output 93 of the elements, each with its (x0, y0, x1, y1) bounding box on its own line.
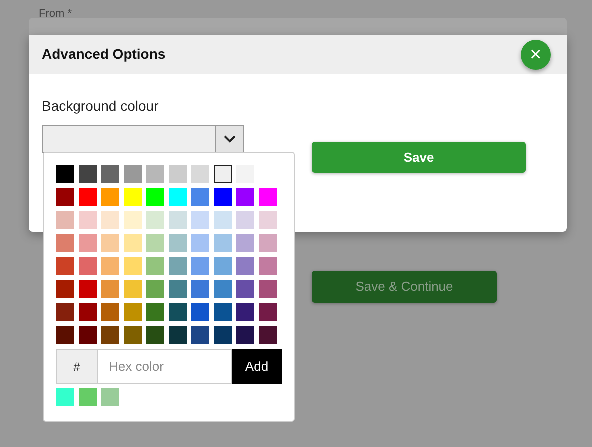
color-swatch[interactable] (168, 257, 186, 275)
color-swatch[interactable] (191, 280, 209, 298)
color-swatch[interactable] (146, 303, 164, 321)
color-swatch[interactable] (258, 280, 276, 298)
color-swatch[interactable] (56, 234, 74, 252)
color-swatch[interactable] (124, 234, 142, 252)
color-swatch[interactable] (101, 326, 119, 344)
color-swatch[interactable] (146, 165, 164, 183)
color-swatch[interactable] (78, 188, 96, 206)
color-swatch[interactable] (101, 388, 119, 406)
color-swatch[interactable] (78, 280, 96, 298)
color-swatch[interactable] (101, 211, 119, 229)
color-swatch[interactable] (78, 326, 96, 344)
color-swatch[interactable] (236, 211, 254, 229)
color-swatch[interactable] (124, 165, 142, 183)
color-swatch[interactable] (78, 165, 96, 183)
color-swatch[interactable] (101, 280, 119, 298)
color-swatch[interactable] (101, 234, 119, 252)
color-swatch[interactable] (78, 388, 96, 406)
color-swatch[interactable] (146, 234, 164, 252)
color-swatch[interactable] (258, 303, 276, 321)
color-swatch[interactable] (78, 303, 96, 321)
color-swatch[interactable] (101, 257, 119, 275)
color-swatch[interactable] (56, 165, 74, 183)
color-swatch[interactable] (191, 165, 209, 183)
color-swatch[interactable] (214, 326, 232, 344)
field-label: From * (39, 7, 72, 22)
color-swatch[interactable] (78, 257, 96, 275)
color-swatch[interactable] (191, 326, 209, 344)
color-swatch[interactable] (56, 280, 74, 298)
color-swatch[interactable] (258, 188, 276, 206)
color-swatch[interactable] (101, 303, 119, 321)
color-swatch[interactable] (56, 303, 74, 321)
color-swatch[interactable] (214, 234, 232, 252)
color-swatch[interactable] (56, 388, 74, 406)
color-swatch[interactable] (168, 188, 186, 206)
color-swatch[interactable] (146, 280, 164, 298)
color-swatch[interactable] (258, 257, 276, 275)
color-swatch[interactable] (168, 234, 186, 252)
color-swatch[interactable] (168, 280, 186, 298)
chevron-down-icon (224, 135, 236, 143)
color-swatch[interactable] (191, 234, 209, 252)
color-swatch[interactable] (146, 188, 164, 206)
color-swatch[interactable] (168, 326, 186, 344)
color-swatch[interactable] (146, 257, 164, 275)
hex-input-field[interactable]: Hex color (98, 349, 232, 384)
color-swatch[interactable] (78, 211, 96, 229)
save-continue-button[interactable]: Save & Continue (312, 271, 497, 303)
color-swatch[interactable] (214, 257, 232, 275)
color-swatch[interactable] (214, 165, 232, 183)
color-swatch[interactable] (124, 303, 142, 321)
color-swatch[interactable] (56, 211, 74, 229)
color-swatch[interactable] (124, 211, 142, 229)
field-label: Background colour (42, 97, 160, 116)
color-swatch[interactable] (146, 211, 164, 229)
color-swatch[interactable] (168, 211, 186, 229)
color-swatch[interactable] (191, 188, 209, 206)
color-swatch[interactable] (214, 303, 232, 321)
color-swatch[interactable] (168, 303, 186, 321)
close-button[interactable]: × (521, 40, 551, 70)
color-swatch[interactable] (124, 326, 142, 344)
save-button[interactable]: Save (312, 142, 526, 173)
color-swatch[interactable] (214, 211, 232, 229)
color-swatch[interactable] (146, 326, 164, 344)
color-swatch[interactable] (56, 257, 74, 275)
dropdown-button[interactable] (215, 126, 243, 152)
color-swatch[interactable] (168, 165, 186, 183)
color-select[interactable] (42, 125, 244, 153)
color-swatch[interactable] (236, 234, 254, 252)
color-swatch[interactable] (236, 303, 254, 321)
color-swatch[interactable] (191, 257, 209, 275)
color-swatch[interactable] (56, 188, 74, 206)
color-swatch[interactable] (258, 326, 276, 344)
color-swatch[interactable] (56, 326, 74, 344)
color-swatch[interactable] (258, 234, 276, 252)
color-swatch[interactable] (214, 280, 232, 298)
add-button[interactable]: Add (232, 349, 282, 384)
color-swatch[interactable] (236, 326, 254, 344)
color-swatch[interactable] (258, 211, 276, 229)
color-swatch[interactable] (124, 280, 142, 298)
hash-prefix: # (56, 349, 98, 384)
color-swatch[interactable] (236, 280, 254, 298)
color-swatch[interactable] (191, 211, 209, 229)
color-swatch[interactable] (214, 188, 232, 206)
color-swatch[interactable] (124, 257, 142, 275)
color-swatch[interactable] (236, 257, 254, 275)
color-swatch[interactable] (191, 303, 209, 321)
color-swatch[interactable] (101, 188, 119, 206)
color-swatch[interactable] (78, 234, 96, 252)
color-swatch[interactable] (236, 188, 254, 206)
modal-title: Advanced Options (42, 45, 166, 64)
color-swatch[interactable] (124, 188, 142, 206)
color-swatch[interactable] (101, 165, 119, 183)
